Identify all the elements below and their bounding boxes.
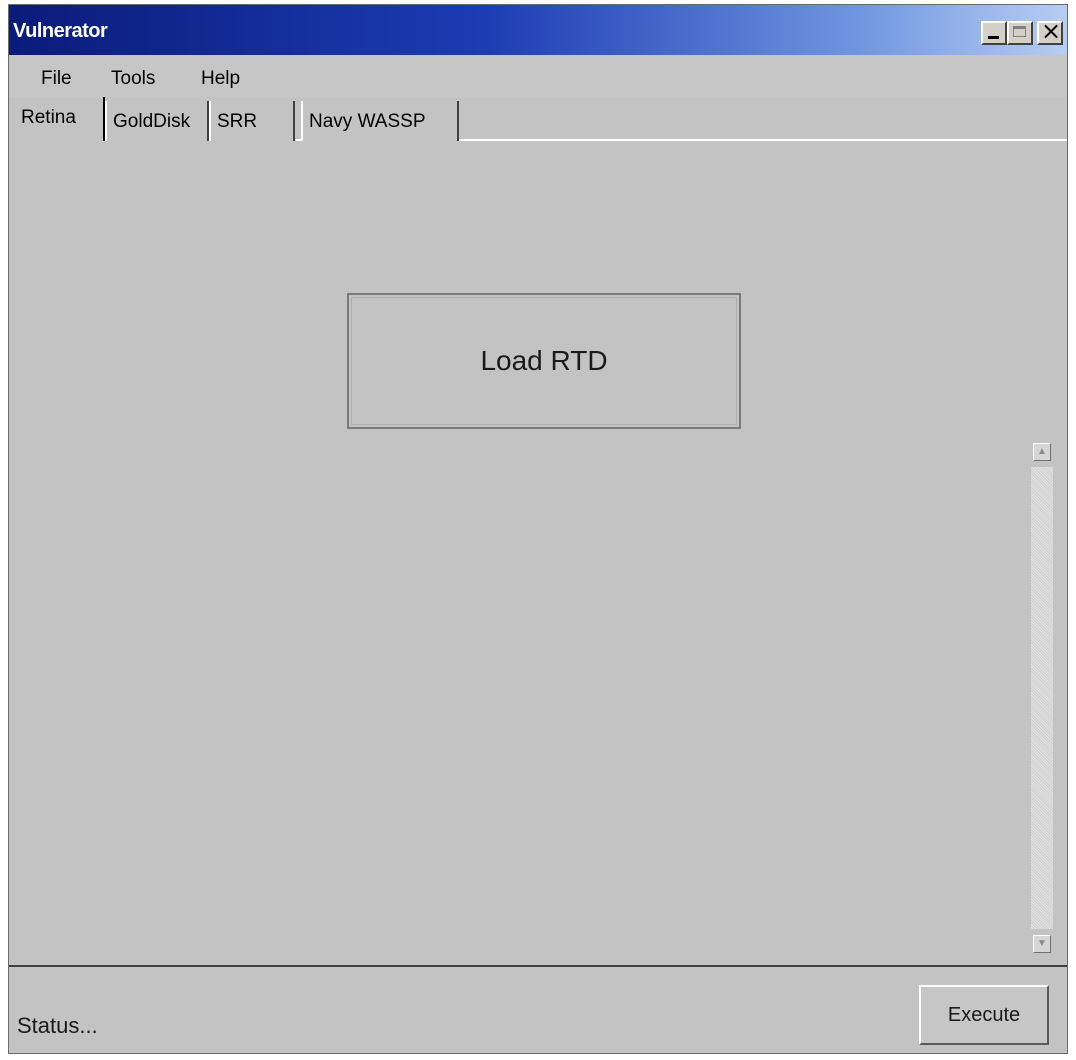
- scroll-track[interactable]: [1031, 467, 1053, 929]
- window-title: Vulnerator: [13, 20, 108, 42]
- tab-srr[interactable]: SRR: [209, 101, 295, 141]
- arrow-up-icon: ▲: [1037, 446, 1047, 457]
- title-bar[interactable]: Vulnerator ×: [9, 5, 1067, 55]
- maximize-button[interactable]: [1007, 21, 1033, 45]
- app-window: Vulnerator × File Tools Help Retina Gold…: [8, 4, 1068, 1054]
- menu-tools[interactable]: Tools: [111, 68, 155, 90]
- tab-retina[interactable]: Retina: [17, 97, 105, 141]
- close-button[interactable]: ×: [1037, 17, 1063, 45]
- menu-bar: File Tools Help: [9, 55, 1067, 97]
- scroll-up-button[interactable]: ▲: [1033, 443, 1051, 461]
- minimize-icon: [988, 36, 999, 39]
- close-icon: ×: [1041, 17, 1062, 45]
- tab-content-panel: Load RTD ▲ ▼: [9, 141, 1067, 965]
- tab-golddisk[interactable]: GoldDisk: [105, 101, 209, 141]
- status-text: Status...: [17, 1013, 98, 1038]
- minimize-button[interactable]: [981, 21, 1007, 45]
- menu-help[interactable]: Help: [201, 68, 240, 90]
- menu-file[interactable]: File: [41, 68, 72, 90]
- tab-navy-wassp[interactable]: Navy WASSP: [301, 101, 459, 141]
- scroll-down-button[interactable]: ▼: [1033, 935, 1051, 953]
- vertical-scrollbar[interactable]: ▲ ▼: [1029, 443, 1055, 953]
- execute-button[interactable]: Execute: [919, 985, 1049, 1045]
- tab-strip: Retina GoldDisk SRR Navy WASSP: [9, 97, 1067, 141]
- load-rtd-button-label: Load RTD: [480, 345, 608, 376]
- arrow-down-icon: ▼: [1037, 938, 1047, 949]
- status-bar: Status... Execute: [9, 967, 1067, 1053]
- execute-button-label: Execute: [947, 1004, 1021, 1026]
- load-rtd-button[interactable]: Load RTD: [347, 293, 741, 429]
- maximize-icon: [1013, 26, 1026, 37]
